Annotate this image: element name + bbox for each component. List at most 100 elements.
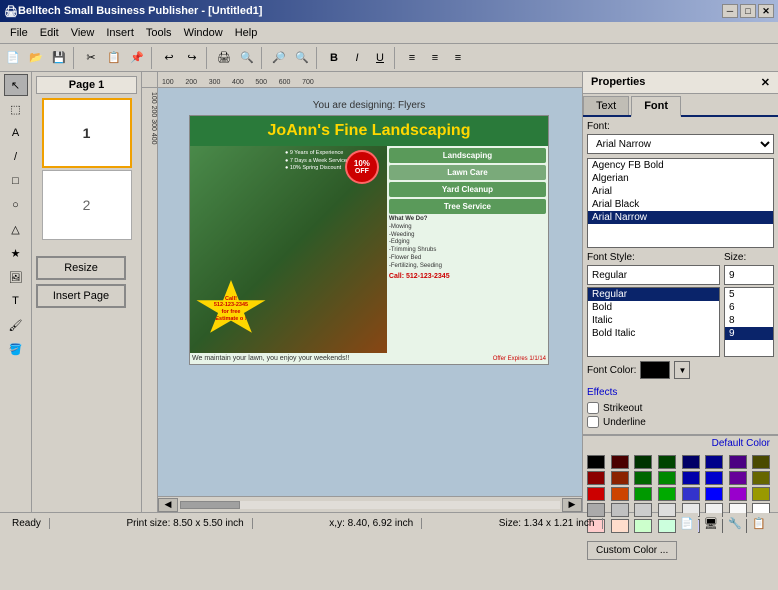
size-8[interactable]: 8 [725,314,773,327]
font-list[interactable]: Agency FB Bold Algerian Arial Arial Blac… [587,158,774,248]
minimize-button[interactable]: ─ [722,4,738,18]
new-button[interactable]: 📄 [2,47,24,69]
style-input[interactable] [587,265,720,285]
swatch-20[interactable] [682,487,700,501]
tool-select[interactable]: ⬚ [4,98,28,120]
swatch-12[interactable] [682,471,700,485]
status-icon-4[interactable]: 📋 [748,513,770,535]
underline-checkbox[interactable] [587,416,599,428]
swatch-23[interactable] [752,487,770,501]
style-list[interactable]: Regular Bold Italic Bold Italic [587,287,720,357]
swatch-33[interactable] [611,519,629,533]
font-item-arial-narrow[interactable]: Arial Narrow [588,211,773,224]
open-button[interactable]: 📂 [25,47,47,69]
swatch-4[interactable] [682,455,700,469]
horizontal-scrollbar[interactable]: ◀ ▶ [158,496,582,512]
maximize-button[interactable]: □ [740,4,756,18]
tool-ellipse[interactable]: ○ [4,194,28,216]
status-icon-3[interactable]: 🔧 [724,513,746,535]
swatch-13[interactable] [705,471,723,485]
scroll-left-button[interactable]: ◀ [158,498,178,512]
style-bold[interactable]: Bold [588,301,719,314]
print-preview-button[interactable]: 🔍 [236,47,258,69]
size-input[interactable] [724,265,774,285]
swatch-24[interactable] [587,503,605,517]
menu-window[interactable]: Window [178,25,229,41]
swatch-17[interactable] [611,487,629,501]
save-button[interactable]: 💾 [48,47,70,69]
tool-line[interactable]: / [4,146,28,168]
tool-triangle[interactable]: △ [4,218,28,240]
swatch-7[interactable] [752,455,770,469]
zoom-out-button[interactable]: 🔍 [291,47,313,69]
underline-button[interactable]: U [369,47,391,69]
tab-text[interactable]: Text [583,96,629,115]
align-left-button[interactable]: ≡ [401,47,423,69]
print-button[interactable]: 🖨 [213,47,235,69]
swatch-25[interactable] [611,503,629,517]
tool-pointer[interactable]: ↖ [4,74,28,96]
size-5[interactable]: 5 [725,288,773,301]
redo-button[interactable]: ↪ [181,47,203,69]
page-thumb-1[interactable]: 1 [42,98,132,168]
tool-fill[interactable]: 🪣 [4,338,28,360]
custom-color-button[interactable]: Custom Color ... [587,541,677,560]
swatch-9[interactable] [611,471,629,485]
size-6[interactable]: 6 [725,301,773,314]
align-center-button[interactable]: ≡ [424,47,446,69]
style-italic[interactable]: Italic [588,314,719,327]
status-icon-2[interactable]: 🖥 [700,513,722,535]
bold-button[interactable]: B [323,47,345,69]
swatch-21[interactable] [705,487,723,501]
color-box[interactable] [640,361,670,379]
zoom-in-button[interactable]: 🔎 [268,47,290,69]
swatch-6[interactable] [729,455,747,469]
paste-button[interactable]: 📌 [126,47,148,69]
align-right-button[interactable]: ≡ [447,47,469,69]
swatch-5[interactable] [705,455,723,469]
style-regular[interactable]: Regular [588,288,719,301]
copy-button[interactable]: 📋 [103,47,125,69]
tool-rect[interactable]: □ [4,170,28,192]
style-bold-italic[interactable]: Bold Italic [588,327,719,340]
status-icon-1[interactable]: 📄 [676,513,698,535]
swatch-34[interactable] [634,519,652,533]
swatch-19[interactable] [658,487,676,501]
panel-close-button[interactable]: ✕ [761,76,770,89]
swatch-1[interactable] [611,455,629,469]
scroll-track[interactable] [180,501,560,509]
undo-button[interactable]: ↩ [158,47,180,69]
menu-tools[interactable]: Tools [140,25,178,41]
font-item-agency[interactable]: Agency FB Bold [588,159,773,172]
tab-font[interactable]: Font [631,96,681,117]
menu-help[interactable]: Help [229,25,264,41]
font-dropdown[interactable]: Arial Narrow [587,134,774,154]
swatch-14[interactable] [729,471,747,485]
tool-star[interactable]: ★ [4,242,28,264]
tool-image[interactable]: 🖼 [4,266,28,288]
font-item-algerian[interactable]: Algerian [588,172,773,185]
size-list[interactable]: 5 6 8 9 [724,287,774,357]
swatch-10[interactable] [634,471,652,485]
swatch-0[interactable] [587,455,605,469]
close-button[interactable]: ✕ [758,4,774,18]
resize-button[interactable]: Resize [36,256,126,280]
scroll-thumb[interactable] [180,501,240,509]
color-dropdown-button[interactable]: ▼ [674,361,690,379]
swatch-11[interactable] [658,471,676,485]
page-thumb-2[interactable]: 2 [42,170,132,240]
tool-text[interactable]: A [4,122,28,144]
font-item-arial[interactable]: Arial [588,185,773,198]
tool-paint[interactable]: 🖌 [4,314,28,336]
swatch-2[interactable] [634,455,652,469]
menu-insert[interactable]: Insert [100,25,140,41]
menu-view[interactable]: View [65,25,101,41]
swatch-16[interactable] [587,487,605,501]
menu-file[interactable]: File [4,25,34,41]
swatch-8[interactable] [587,471,605,485]
swatch-26[interactable] [634,503,652,517]
swatch-15[interactable] [752,471,770,485]
flyer[interactable]: JoAnn's Fine Landscaping 10% OFF Call! [189,115,549,365]
swatch-22[interactable] [729,487,747,501]
font-item-arial-black[interactable]: Arial Black [588,198,773,211]
